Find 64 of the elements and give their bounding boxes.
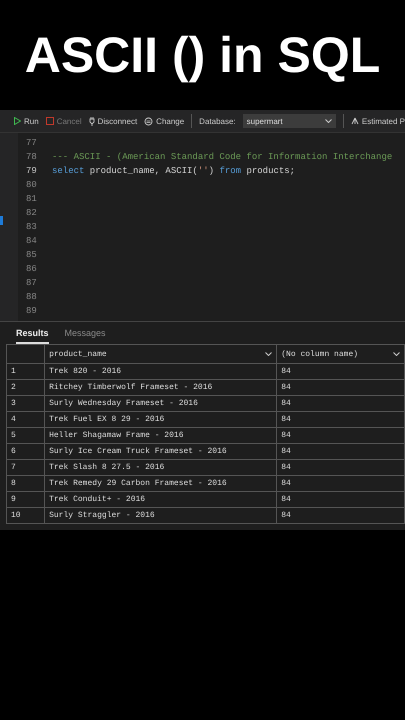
table-cell: Trek Conduit+ - 2016: [44, 492, 277, 508]
row-number: 2: [6, 380, 45, 396]
table-cell: 84: [276, 508, 404, 524]
play-icon: [14, 117, 21, 125]
table-cell: 84: [276, 476, 404, 492]
stop-icon: [46, 117, 54, 125]
table-cell: 84: [276, 428, 404, 444]
row-number: 9: [6, 492, 45, 508]
line-number: 85: [25, 250, 38, 260]
table-cell: 84: [276, 380, 404, 396]
swap-icon: [144, 116, 154, 126]
run-button[interactable]: Run: [14, 116, 39, 126]
code-line: select product_name, ASCII('') from products;: [52, 166, 296, 176]
row-number: 5: [6, 428, 45, 444]
table-cell: 84: [276, 364, 404, 380]
table-cell: Trek Fuel EX 8 29 - 2016: [44, 412, 277, 428]
row-number: 10: [6, 508, 45, 524]
estimated-plan-button[interactable]: Estimated P: [350, 116, 405, 126]
database-label: Database:: [199, 116, 236, 126]
line-number: 81: [25, 194, 38, 204]
line-number: 80: [25, 180, 38, 190]
line-number: 78: [25, 152, 38, 162]
table-cell: Surly Straggler - 2016: [44, 508, 277, 524]
table-cell: 84: [276, 396, 404, 412]
table-cell: Heller Shagamaw Frame - 2016: [44, 428, 277, 444]
table-cell: 84: [276, 492, 404, 508]
line-number: 86: [25, 264, 38, 274]
disconnect-button[interactable]: Disconnect: [88, 116, 138, 126]
plug-icon: [88, 116, 95, 126]
table-cell: 84: [276, 444, 404, 460]
video-title: ASCII () in SQL: [24, 26, 380, 84]
line-number: 89: [25, 306, 38, 316]
row-number: 6: [6, 444, 45, 460]
code-line: --- ASCII - (American Standard Code for Information Interchange: [52, 152, 392, 162]
table-cell: Trek Slash 8 27.5 - 2016: [44, 460, 277, 476]
line-number: 82: [25, 208, 38, 218]
line-number: 77: [25, 138, 38, 148]
table-cell: Trek Remedy 29 Carbon Frameset - 2016: [44, 476, 277, 492]
table-cell: Surly Wednesday Frameset - 2016: [44, 396, 277, 412]
row-number: 1: [6, 364, 45, 380]
chevron-icon: [324, 119, 332, 123]
line-number: 83: [25, 222, 38, 232]
table-cell: 84: [276, 412, 404, 428]
line-number: 88: [25, 292, 38, 302]
line-number: 84: [25, 236, 38, 246]
row-number: 7: [6, 460, 45, 476]
table-cell: 84: [276, 460, 404, 476]
change-marker: [0, 216, 3, 225]
plan-icon: [350, 117, 359, 125]
table-cell: Surly Ice Cream Truck Frameset - 2016: [44, 444, 277, 460]
chevron-icon: [265, 352, 272, 356]
database-dropdown[interactable]: supermart: [242, 114, 336, 128]
results-tab[interactable]: Messages: [64, 326, 106, 344]
row-number: 8: [6, 476, 45, 492]
row-number: 4: [6, 412, 45, 428]
table-cell: Trek 820 - 2016: [44, 364, 277, 380]
line-number: 79: [25, 166, 38, 176]
column-header[interactable]: product_name: [44, 344, 277, 364]
line-number: 87: [25, 278, 38, 288]
row-number: 3: [6, 396, 45, 412]
column-header[interactable]: (No column name): [276, 344, 404, 364]
change-button[interactable]: Change: [144, 116, 184, 126]
chevron-icon: [393, 352, 400, 356]
table-cell: Ritchey Timberwolf Frameset - 2016: [44, 380, 277, 396]
